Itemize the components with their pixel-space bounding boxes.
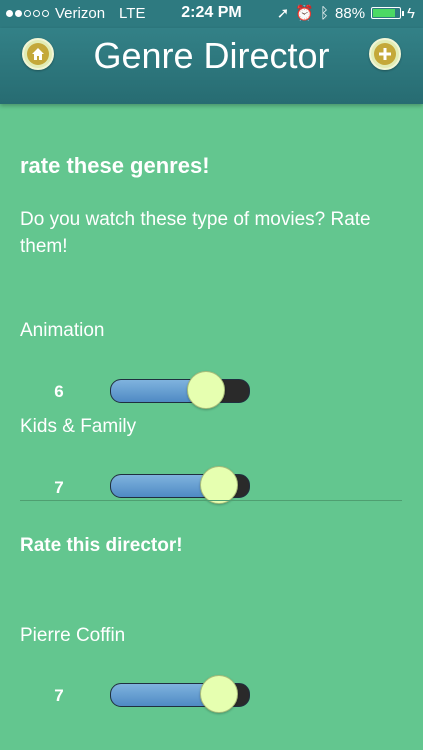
director-heading: Rate this director!: [20, 535, 183, 556]
plus-icon: [374, 43, 396, 65]
slider-thumb[interactable]: [187, 371, 225, 409]
genre-label-kids-family: Kids & Family: [20, 416, 137, 437]
genre-slider-animation[interactable]: [110, 371, 250, 409]
genre-value-animation: 6: [54, 382, 64, 401]
director-label: Pierre Coffin: [20, 625, 126, 646]
battery-icon: [371, 7, 405, 19]
status-bar: Verizon LTE 2:24 PM ➚ ⏰ ᛒ 88% ϟ: [0, 0, 423, 28]
genre-slider-kids-family[interactable]: [110, 466, 250, 504]
genres-heading: rate these genres!: [20, 153, 210, 178]
genres-description: Do you watch these type of movies? Rate …: [20, 209, 371, 257]
status-right: ➚ ⏰ ᛒ 88% ϟ: [276, 4, 415, 23]
director-value: 7: [54, 686, 64, 705]
nav-bar: Genre Director: [0, 28, 423, 104]
section-divider: [20, 500, 402, 501]
alarm-icon: ⏰: [295, 5, 314, 22]
battery-percentage: 88%: [335, 4, 366, 22]
location-arrow-icon: ➚: [276, 5, 290, 22]
genre-value-kids-family: 7: [54, 478, 64, 497]
bluetooth-icon: ᛒ: [320, 4, 330, 22]
slider-thumb[interactable]: [200, 466, 238, 504]
page-title: Genre Director: [93, 35, 330, 76]
director-slider[interactable]: [110, 675, 250, 713]
add-button[interactable]: [369, 38, 401, 70]
slider-track: [110, 379, 250, 403]
charging-bolt-icon: ϟ: [407, 4, 415, 22]
genre-label-animation: Animation: [20, 320, 105, 341]
slider-thumb[interactable]: [200, 675, 238, 713]
